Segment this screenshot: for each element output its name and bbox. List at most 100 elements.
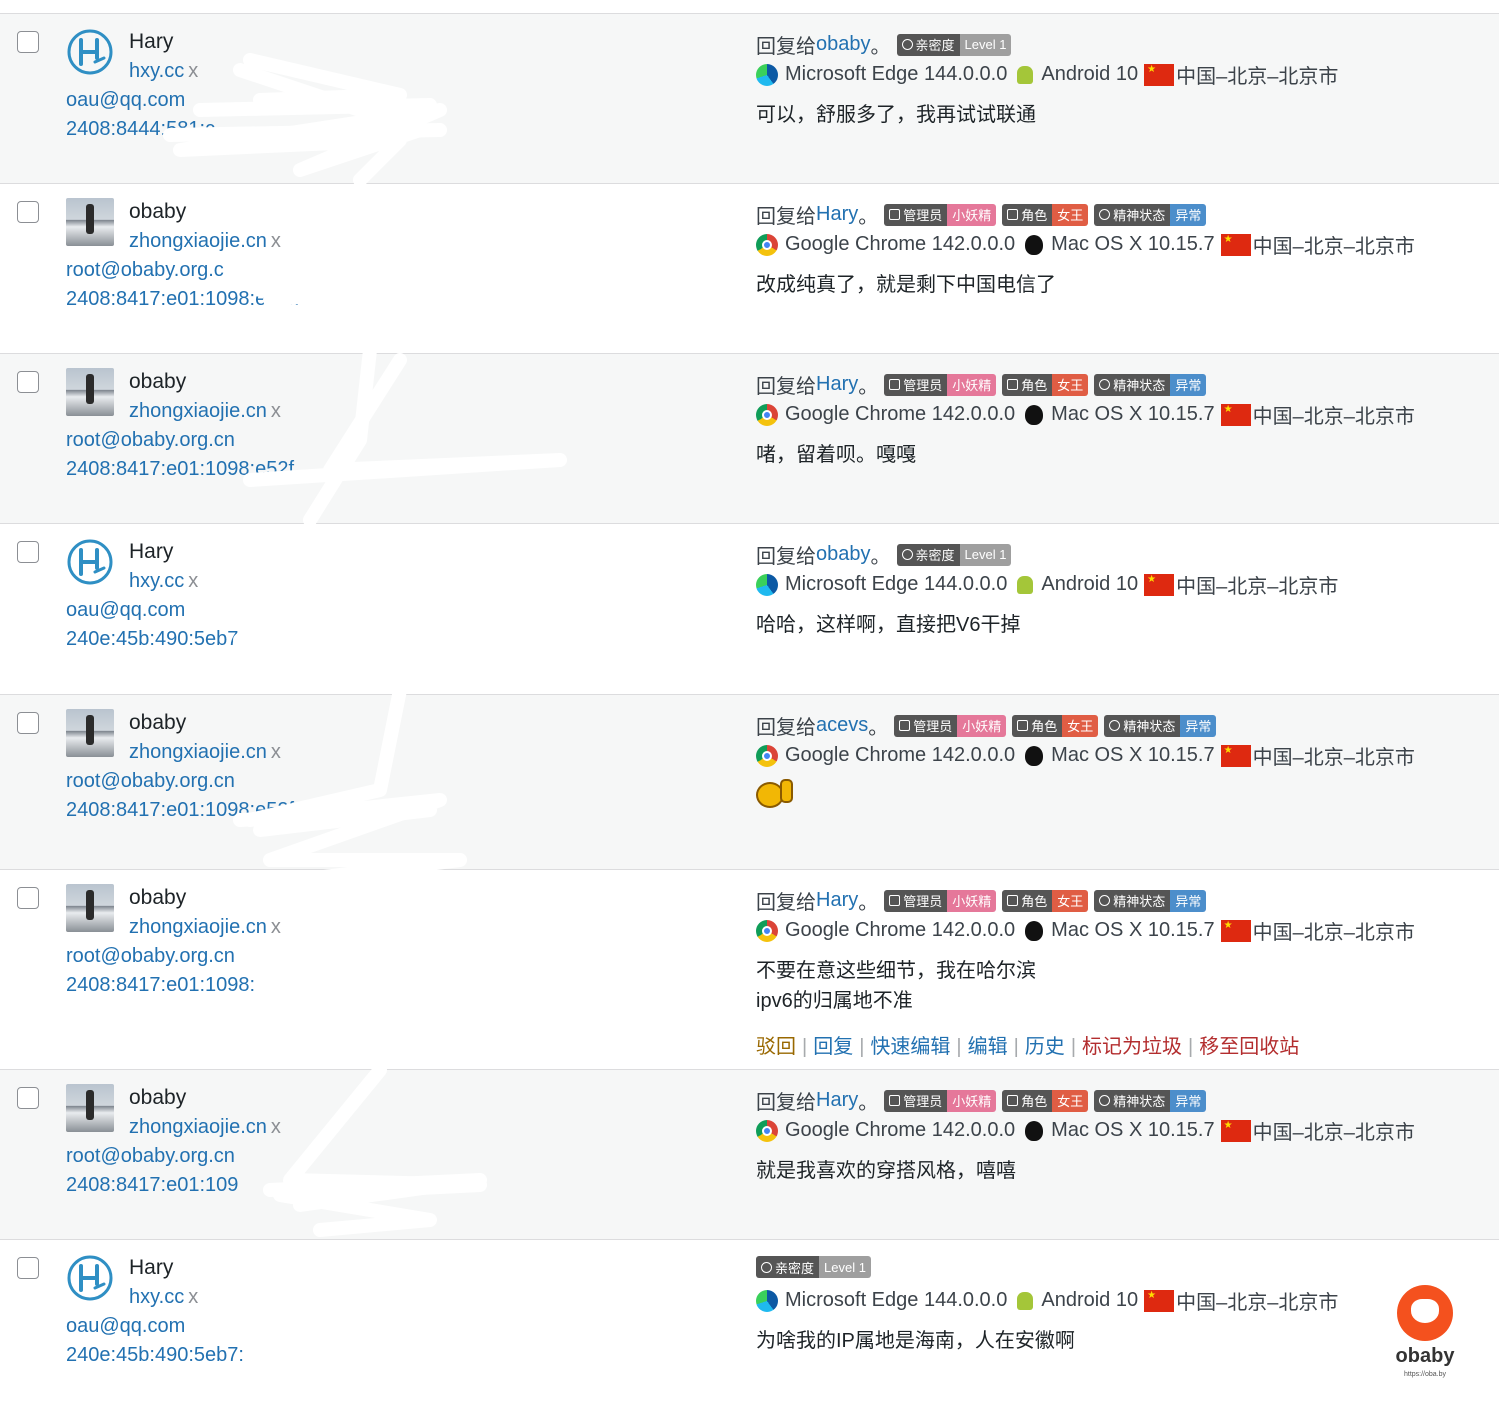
remove-url-mark[interactable]: x xyxy=(188,570,198,592)
badge-left-text: 管理员 xyxy=(903,894,943,909)
select-checkbox[interactable] xyxy=(17,1257,39,1279)
remove-url-mark[interactable]: x xyxy=(188,60,198,82)
badge-left-text: 角色 xyxy=(1031,719,1058,734)
action-1[interactable]: 回复 xyxy=(813,1036,853,1058)
remove-url-mark[interactable]: x xyxy=(188,1286,198,1308)
action-0[interactable]: 驳回 xyxy=(756,1036,796,1058)
select-checkbox[interactable] xyxy=(17,1087,39,1109)
badge-label: 精神状态 xyxy=(1094,1089,1171,1112)
reply-to-link[interactable]: Hary xyxy=(816,203,858,226)
china-flag-icon xyxy=(1220,233,1251,256)
badge-left-text: 精神状态 xyxy=(1113,894,1166,909)
select-checkbox[interactable] xyxy=(17,541,39,563)
comment-row: obaby zhongxiaojie.cn x root@obaby.org.cn 24… xyxy=(0,1069,1499,1239)
remove-url-mark[interactable]: x xyxy=(271,916,281,938)
comment-row: Hary hxy.cc x oau@qq.com 240e:45b:490:5eb7: 回… xyxy=(0,523,1499,694)
author-url[interactable]: zhongxiaojie.cn x xyxy=(129,741,281,764)
author-url-text[interactable]: zhongxiaojie.cn xyxy=(129,400,267,422)
author-url-text[interactable]: zhongxiaojie.cn xyxy=(129,741,267,763)
author-email[interactable]: oau@qq.com xyxy=(66,89,185,112)
comment-line: ipv6的归属地不准 xyxy=(756,990,913,1012)
author-ip[interactable]: 2408:8444:581:c xyxy=(66,118,215,141)
reply-line: 回复给 acevs。管理员 小妖精 角色 女王 精神状态 异常 xyxy=(756,711,1217,740)
badge-label: 亲密度 xyxy=(756,1256,820,1278)
avatar xyxy=(66,1254,114,1302)
badge-value: 小妖精 xyxy=(947,373,997,396)
user-agent-line: Microsoft Edge 144.0.0.0 Android 10 中国–北京–… xyxy=(756,570,1338,599)
browser-name: Google Chrome 142.0.0.0 xyxy=(785,919,1016,941)
author-url[interactable]: zhongxiaojie.cn x xyxy=(129,1116,281,1139)
author-url-text[interactable]: zhongxiaojie.cn xyxy=(129,230,267,252)
comment-line: 改成纯真了，就是剩下中国电信了 xyxy=(756,274,1056,296)
author-ip[interactable]: 240e:45b:490:5eb7: xyxy=(66,1344,244,1367)
remove-url-mark[interactable]: x xyxy=(271,741,281,763)
author-ip[interactable]: 2408:8417:e01:1098:e52f: xyxy=(66,288,300,311)
author-ip[interactable]: 2408:8417:e01:109 xyxy=(66,1174,238,1197)
role-icon xyxy=(1007,209,1019,220)
author-email[interactable]: root@obaby.org.cn xyxy=(66,770,235,793)
author-name: obaby xyxy=(129,886,187,909)
select-checkbox[interactable] xyxy=(17,371,39,393)
action-5[interactable]: 标记为垃圾 xyxy=(1082,1036,1182,1058)
reply-to-link[interactable]: obaby xyxy=(816,33,871,56)
author-ip[interactable]: 2408:8417:e01:1098:e52f xyxy=(66,458,294,481)
comment-content: 为啥我的IP属地是海南，人在安徽啊 xyxy=(756,1326,1075,1356)
author-url[interactable]: hxy.cc x xyxy=(129,1286,198,1309)
badge-label: 角色 xyxy=(1002,1089,1053,1112)
author-url-text[interactable]: hxy.cc xyxy=(129,60,184,82)
author-url-text[interactable]: zhongxiaojie.cn xyxy=(129,1116,267,1138)
author-url[interactable]: hxy.cc x xyxy=(129,60,198,83)
author-ip[interactable]: 2408:8417:e01:1098: xyxy=(66,974,255,997)
avatar xyxy=(66,368,114,416)
select-checkbox[interactable] xyxy=(17,712,39,734)
select-checkbox[interactable] xyxy=(17,201,39,223)
author-url[interactable]: hxy.cc x xyxy=(129,570,198,593)
author-url-text[interactable]: zhongxiaojie.cn xyxy=(129,916,267,938)
author-ip[interactable]: 240e:45b:490:5eb7: xyxy=(66,628,244,651)
author-email[interactable]: root@obaby.org.c xyxy=(66,259,224,282)
badge-terminal: 管理员 小妖精 xyxy=(884,373,997,396)
avatar xyxy=(66,884,114,932)
author-url-text[interactable]: hxy.cc xyxy=(129,570,184,592)
badge-left-text: 精神状态 xyxy=(1123,719,1176,734)
author-url[interactable]: zhongxiaojie.cn x xyxy=(129,916,281,939)
author-url[interactable]: zhongxiaojie.cn x xyxy=(129,400,281,423)
author-email[interactable]: root@obaby.org.cn xyxy=(66,1145,235,1168)
cat-logo-icon xyxy=(1397,1285,1453,1341)
author-email[interactable]: oau@qq.com xyxy=(66,1315,185,1338)
action-2[interactable]: 快速编辑 xyxy=(870,1036,950,1058)
reply-to-link[interactable]: obaby xyxy=(816,543,871,566)
reply-to-link[interactable]: Hary xyxy=(816,889,858,912)
remove-url-mark[interactable]: x xyxy=(271,400,281,422)
action-4[interactable]: 历史 xyxy=(1025,1036,1065,1058)
action-3[interactable]: 编辑 xyxy=(968,1036,1008,1058)
watermark-url: https://oba.by xyxy=(1403,1371,1447,1378)
remove-url-mark[interactable]: x xyxy=(271,1116,281,1138)
select-checkbox[interactable] xyxy=(17,887,39,909)
reply-suffix: 。 xyxy=(858,206,879,228)
reply-suffix: 。 xyxy=(858,376,879,398)
badge-value: 女王 xyxy=(1052,373,1089,396)
author-url[interactable]: zhongxiaojie.cn x xyxy=(129,230,281,253)
browser-name: Google Chrome 142.0.0.0 xyxy=(785,1119,1016,1141)
select-checkbox[interactable] xyxy=(17,31,39,53)
reply-to-link[interactable]: Hary xyxy=(816,1089,858,1112)
reply-prefix: 回复给 xyxy=(756,376,816,398)
author-url-text[interactable]: hxy.cc xyxy=(129,1286,184,1308)
heart-icon xyxy=(901,39,913,50)
remove-url-mark[interactable]: x xyxy=(271,230,281,252)
pulse-icon xyxy=(1099,379,1111,390)
author-email[interactable]: oau@qq.com xyxy=(66,599,185,622)
badge-role: 角色 女王 xyxy=(1012,714,1099,737)
reply-to-link[interactable]: Hary xyxy=(816,373,858,396)
author-email[interactable]: root@obaby.org.cn xyxy=(66,429,235,452)
apple-os-icon xyxy=(1025,920,1044,941)
author-ip[interactable]: 2408:8417:e01:1098:e52f xyxy=(66,799,294,822)
badge-left-text: 亲密度 xyxy=(915,38,955,53)
badge-value: 女王 xyxy=(1052,1089,1089,1112)
author-email[interactable]: root@obaby.org.cn xyxy=(66,945,235,968)
action-6[interactable]: 移至回收站 xyxy=(1199,1036,1299,1058)
reply-to-link[interactable]: acevs xyxy=(816,714,868,737)
apple-os-icon xyxy=(1025,234,1044,255)
browser-name: Microsoft Edge 144.0.0.0 xyxy=(785,63,1008,85)
